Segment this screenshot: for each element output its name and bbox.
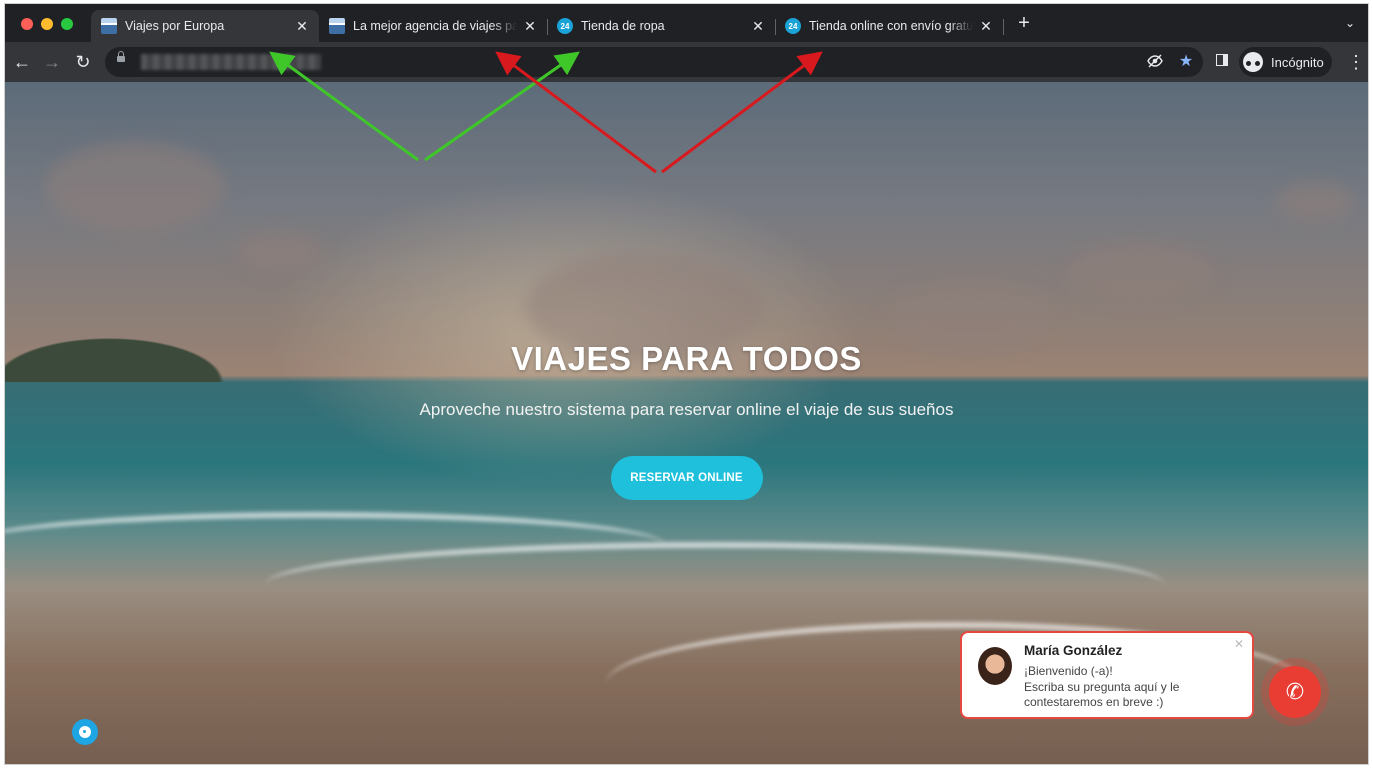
reload-icon[interactable]: ↻ — [72, 51, 94, 73]
minimize-window-button[interactable] — [41, 18, 53, 30]
blurred-url — [141, 54, 321, 70]
side-panel-icon[interactable] — [1216, 54, 1228, 66]
agent-name: María González — [1024, 643, 1123, 658]
kebab-menu-icon[interactable]: ⋮ — [1347, 52, 1365, 72]
hero-subtitle: Aproveche nuestro sistema para reservar … — [419, 400, 954, 419]
incognito-profile-button[interactable]: Incógnito — [1239, 47, 1332, 77]
browser-toolbar: ← → ↻ ★ Incógnito ⋮ — [5, 42, 1368, 82]
web-page: VIAJES PARA TODOS Aproveche nuestro sist… — [5, 82, 1368, 764]
close-tab-icon[interactable]: ✕ — [523, 18, 537, 35]
hero-title: VIAJES PARA TODOS — [511, 340, 862, 377]
cloud-shape — [1065, 242, 1215, 302]
arrow-right-icon[interactable]: → — [41, 51, 63, 73]
cloud-shape — [235, 232, 325, 272]
wave-foam — [265, 542, 1165, 628]
24-favicon-icon: 24 — [785, 18, 801, 34]
incognito-icon — [1243, 52, 1263, 72]
landscape-favicon-icon — [329, 18, 345, 34]
close-tab-icon[interactable]: ✕ — [751, 18, 765, 35]
24-favicon-icon: 24 — [557, 18, 573, 34]
hero-section: VIAJES PARA TODOS Aproveche nuestro sist… — [5, 340, 1368, 500]
cookie-icon — [79, 726, 91, 738]
close-chat-icon[interactable]: ✕ — [1234, 637, 1244, 651]
chevron-down-icon[interactable]: ⌄ — [1345, 16, 1355, 30]
cloud-shape — [1275, 182, 1355, 222]
tab-viajes-por-europa[interactable]: Viajes por Europa ✕ — [91, 10, 319, 42]
new-tab-plus-icon[interactable]: + — [1015, 13, 1033, 33]
close-tab-icon[interactable]: ✕ — [979, 18, 993, 35]
call-button[interactable]: ✆ — [1269, 666, 1321, 718]
tab-title: La mejor agencia de viajes para — [353, 19, 517, 33]
browser-window: Viajes por Europa ✕ La mejor agencia de … — [5, 4, 1368, 764]
reserve-online-button[interactable]: RESERVAR ONLINE — [610, 456, 763, 500]
tab-title: Tienda online con envío gratuito — [809, 19, 973, 33]
lock-icon[interactable] — [117, 51, 125, 62]
tab-tienda-online[interactable]: 24 Tienda online con envío gratuito ✕ — [775, 10, 1003, 42]
chat-message-line: Escriba su pregunta aquí y le — [1024, 679, 1180, 694]
chat-message-line: ¡Bienvenido (-a)! — [1024, 664, 1113, 678]
close-window-button[interactable] — [21, 18, 33, 30]
phone-icon: ✆ — [1285, 679, 1305, 704]
agent-avatar — [978, 647, 1012, 685]
tab-title: Tienda de ropa — [581, 19, 665, 33]
tab-mejor-agencia[interactable]: La mejor agencia de viajes para ✕ — [319, 10, 547, 42]
incognito-label: Incógnito — [1271, 54, 1324, 70]
close-tab-icon[interactable]: ✕ — [295, 18, 309, 35]
landscape-favicon-icon — [101, 18, 117, 34]
eye-off-icon[interactable] — [1146, 53, 1164, 71]
cookie-settings-button[interactable] — [72, 719, 98, 745]
chat-message-line: contestaremos en breve :) — [1024, 695, 1164, 709]
chat-message: ¡Bienvenido (-a)! Escriba su pregunta aq… — [1024, 664, 1224, 711]
tab-strip: Viajes por Europa ✕ La mejor agencia de … — [5, 4, 1368, 42]
chat-popup[interactable]: María González ¡Bienvenido (-a)! Escriba… — [960, 631, 1254, 719]
arrow-left-icon[interactable]: ← — [11, 51, 33, 73]
star-icon[interactable]: ★ — [1177, 53, 1195, 71]
address-bar[interactable]: ★ — [105, 47, 1203, 77]
maximize-window-button[interactable] — [61, 18, 73, 30]
cloud-shape — [45, 142, 225, 232]
tab-tienda-de-ropa[interactable]: 24 Tienda de ropa ✕ — [547, 10, 775, 42]
tab-separator — [1003, 19, 1004, 35]
tab-title: Viajes por Europa — [125, 19, 225, 33]
